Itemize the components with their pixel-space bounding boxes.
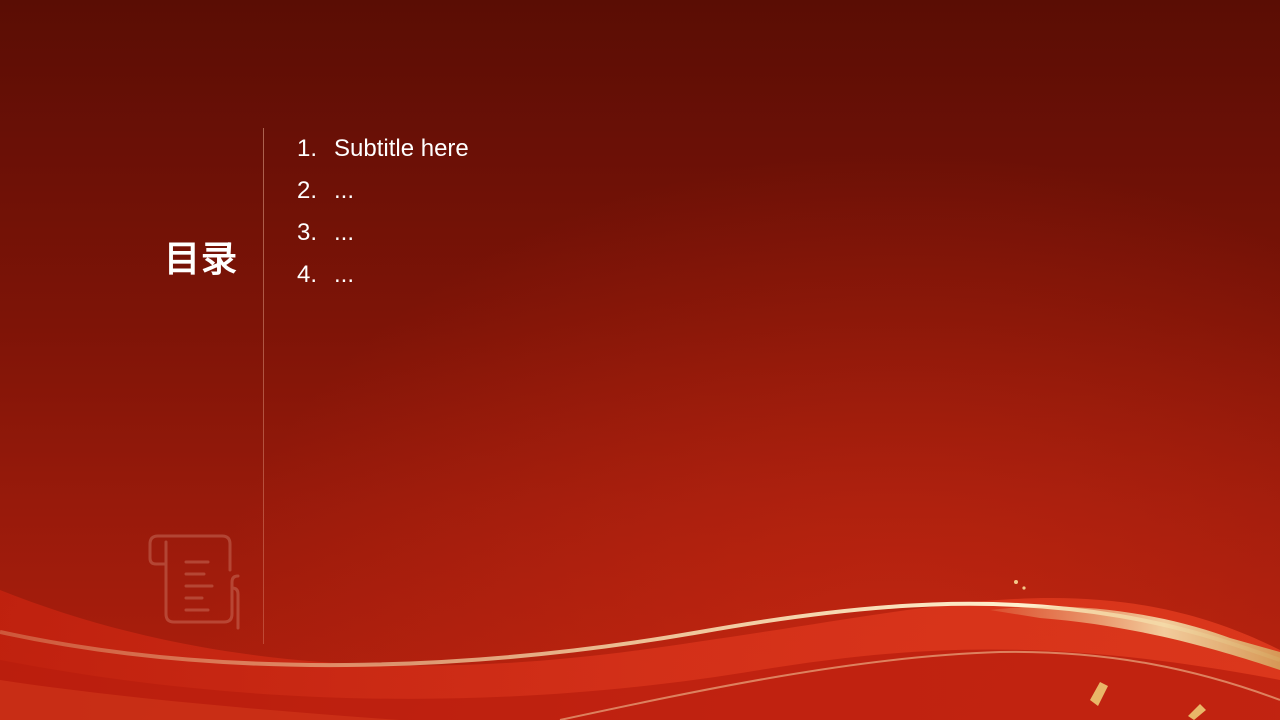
toc-item-number: 4.	[297, 261, 318, 288]
toc-item-number: 2.	[297, 177, 318, 204]
toc-list: 1. Subtitle here 2. ... 3. ... 4. ...	[297, 128, 469, 296]
toc-item-text: ...	[334, 219, 355, 246]
toc-item: 4. ...	[297, 254, 469, 296]
slide-title: 目录	[164, 239, 239, 280]
toc-item: 3. ...	[297, 212, 469, 254]
toc-item-number: 1.	[297, 135, 318, 162]
toc-item-text: ...	[334, 177, 355, 204]
decorative-ribbon-waves	[0, 580, 1280, 720]
toc-item: 2. ...	[297, 170, 469, 212]
toc-item: 1. Subtitle here	[297, 128, 469, 170]
toc-item-number: 3.	[297, 219, 318, 246]
toc-item-text: Subtitle here	[334, 135, 469, 162]
toc-slide: 目录 1. Subtitle here 2. ... 3. ... 4. ...	[0, 0, 1280, 720]
toc-item-text: ...	[334, 261, 355, 288]
